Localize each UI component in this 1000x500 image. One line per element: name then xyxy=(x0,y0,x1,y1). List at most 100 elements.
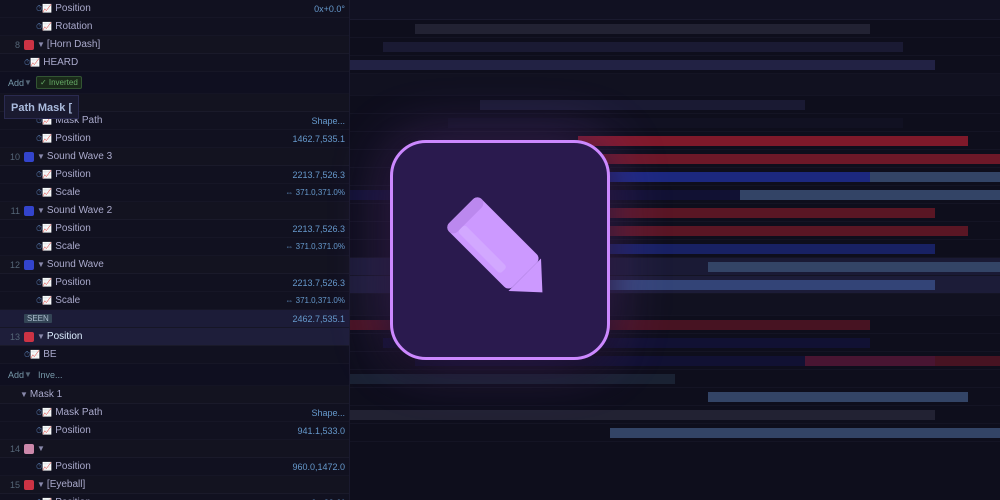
icon-overlay xyxy=(390,140,610,360)
layer-name: Sound Wave 3 xyxy=(47,151,112,162)
prop-value: Shape... xyxy=(311,116,345,126)
expand-icon: ▼ xyxy=(37,444,45,453)
add-inverted-row[interactable]: Add ▼ ✓ Inverted xyxy=(0,72,349,94)
layer-color xyxy=(24,40,34,50)
graph-icon: 📈 xyxy=(42,170,52,179)
layer-name: Sound Wave xyxy=(47,259,104,270)
list-item[interactable]: ⏱ 📈 Scale ⇔ 371.0,371.0% xyxy=(0,184,349,202)
dropdown-arrow: ▼ xyxy=(24,370,32,379)
list-item[interactable]: ▼ Mask 1 xyxy=(0,386,349,404)
prop-value: 941.1,533.0 xyxy=(297,426,345,436)
add-label: Add xyxy=(8,78,24,88)
inverted-badge: ✓ Inverted xyxy=(36,76,82,89)
expand-icon: ▼ xyxy=(37,332,45,341)
layer-color xyxy=(24,332,34,342)
prop-value: Shape... xyxy=(311,408,345,418)
prop-name: Position xyxy=(55,461,91,472)
prop-value: 2213.7,526.3 xyxy=(292,170,345,180)
graph-icon: 📈 xyxy=(42,408,52,417)
prop-value: 960.0,1472.0 xyxy=(292,462,345,472)
prop-name: Position xyxy=(55,169,91,180)
graph-icon: 📈 xyxy=(30,350,40,359)
prop-name: Position xyxy=(55,223,91,234)
graph-icon: 📈 xyxy=(42,242,52,251)
list-item[interactable]: ⏱ 📈 BE xyxy=(0,346,349,364)
prop-name: BE xyxy=(43,349,56,360)
layer-name: [Horn Dash] xyxy=(47,39,100,50)
prop-name: Scale xyxy=(55,241,80,252)
layer-color xyxy=(24,480,34,490)
prop-value: ⇔ 371.0,371.0% xyxy=(285,242,345,251)
layer-number: 15 xyxy=(4,480,20,490)
list-item[interactable]: ⏱ 📈 Scale ⇔ 371.0,371.0% xyxy=(0,238,349,256)
prop-value: 2213.7,526.3 xyxy=(292,224,345,234)
list-item[interactable]: ⏱ 📈 HEARD xyxy=(0,54,349,72)
list-item[interactable]: 10 ▼ Sound Wave 3 xyxy=(0,148,349,166)
prop-value: ⇔ 371.0,371.0% xyxy=(285,296,345,305)
layer-panel: ⏱ 📈 Position 0x+0.0° ⏱ 📈 Rotation 8 ▼ [H… xyxy=(0,0,350,500)
add-label: Add xyxy=(8,370,24,380)
graph-icon: 📈 xyxy=(42,462,52,471)
list-item[interactable]: ⏱ 📈 Position 960.0,1472.0 xyxy=(0,458,349,476)
list-item[interactable]: ⏱ 📈 Position 941.1,533.0 xyxy=(0,422,349,440)
layer-number: 10 xyxy=(4,152,20,162)
list-item[interactable]: ⏱ 📈 Position 1462.7,535.1 xyxy=(0,130,349,148)
layer-color xyxy=(24,206,34,216)
expand-icon: ▼ xyxy=(37,260,45,269)
list-item[interactable]: 8 ▼ [Horn Dash] xyxy=(0,36,349,54)
graph-icon: 📈 xyxy=(42,278,52,287)
layer-number: 11 xyxy=(4,206,20,216)
list-item[interactable]: ⏱ 📈 Position 2213.7,526.3 xyxy=(0,220,349,238)
list-item[interactable]: ⏱ 📈 Rotation xyxy=(0,18,349,36)
list-item[interactable]: ⏱ 📈 Position 2213.7,526.3 xyxy=(0,166,349,184)
graph-icon: 📈 xyxy=(42,188,52,197)
list-item[interactable]: 14 ▼ xyxy=(0,440,349,458)
layer-name: Mask 1 xyxy=(30,389,62,400)
layer-color xyxy=(24,444,34,454)
layer-name: [Eyeball] xyxy=(47,479,85,490)
prop-value: 2462.7,535.1 xyxy=(292,314,345,324)
list-item[interactable]: ⏱ 📈 Mask Path Shape... xyxy=(0,404,349,422)
layer-number: 8 xyxy=(4,40,20,50)
graph-icon: 📈 xyxy=(42,22,52,31)
list-item[interactable]: 11 ▼ Sound Wave 2 xyxy=(0,202,349,220)
path-mask-label: Path Mask [ xyxy=(4,95,79,119)
list-item[interactable]: ⏱ 📈 Position 2213.7,526.3 xyxy=(0,274,349,292)
list-item[interactable]: ⏱ 📈 Position 0x-29.0° xyxy=(0,494,349,500)
graph-icon: 📈 xyxy=(42,134,52,143)
list-item[interactable]: 13 ▼ Position xyxy=(0,328,349,346)
prop-name: Rotation xyxy=(55,21,92,32)
list-item[interactable]: SEEN 2462.7,535.1 xyxy=(0,310,349,328)
prop-name: HEARD xyxy=(43,57,78,68)
add-row-2[interactable]: Add ▼ Inve... xyxy=(0,364,349,386)
prop-value: 1462.7,535.1 xyxy=(292,134,345,144)
seen-badge: SEEN xyxy=(24,314,52,323)
graph-icon: 📈 xyxy=(30,58,40,67)
layer-number: 12 xyxy=(4,260,20,270)
app-icon-card xyxy=(390,140,610,360)
layer-number: 13 xyxy=(4,332,20,342)
inverted-label: Inve... xyxy=(38,370,63,380)
graph-icon: 📈 xyxy=(42,296,52,305)
prop-name: Scale xyxy=(55,187,80,198)
expand-icon: ▼ xyxy=(37,40,45,49)
prop-name: Position xyxy=(55,425,91,436)
layer-color xyxy=(24,152,34,162)
expand-icon: ▼ xyxy=(20,390,28,399)
list-item[interactable]: 12 ▼ Sound Wave xyxy=(0,256,349,274)
graph-icon: 📈 xyxy=(42,426,52,435)
prop-value: 2213.7,526.3 xyxy=(292,278,345,288)
prop-value: ⇔ 371.0,371.0% xyxy=(285,188,345,197)
prop-name: Position xyxy=(55,133,91,144)
layer-name: Sound Wave 2 xyxy=(47,205,112,216)
prop-name: Mask Path xyxy=(55,407,102,418)
layer-color xyxy=(24,260,34,270)
expand-icon: ▼ xyxy=(37,152,45,161)
prop-name: Position xyxy=(55,277,91,288)
list-item[interactable]: 15 ▼ [Eyeball] xyxy=(0,476,349,494)
layer-name: Position xyxy=(47,331,83,342)
list-item[interactable]: ⏱ 📈 Scale ⇔ 371.0,371.0% xyxy=(0,292,349,310)
prop-value: 0x+0.0° xyxy=(314,4,345,14)
expand-icon: ▼ xyxy=(37,480,45,489)
list-item[interactable]: ⏱ 📈 Position 0x+0.0° xyxy=(0,0,349,18)
